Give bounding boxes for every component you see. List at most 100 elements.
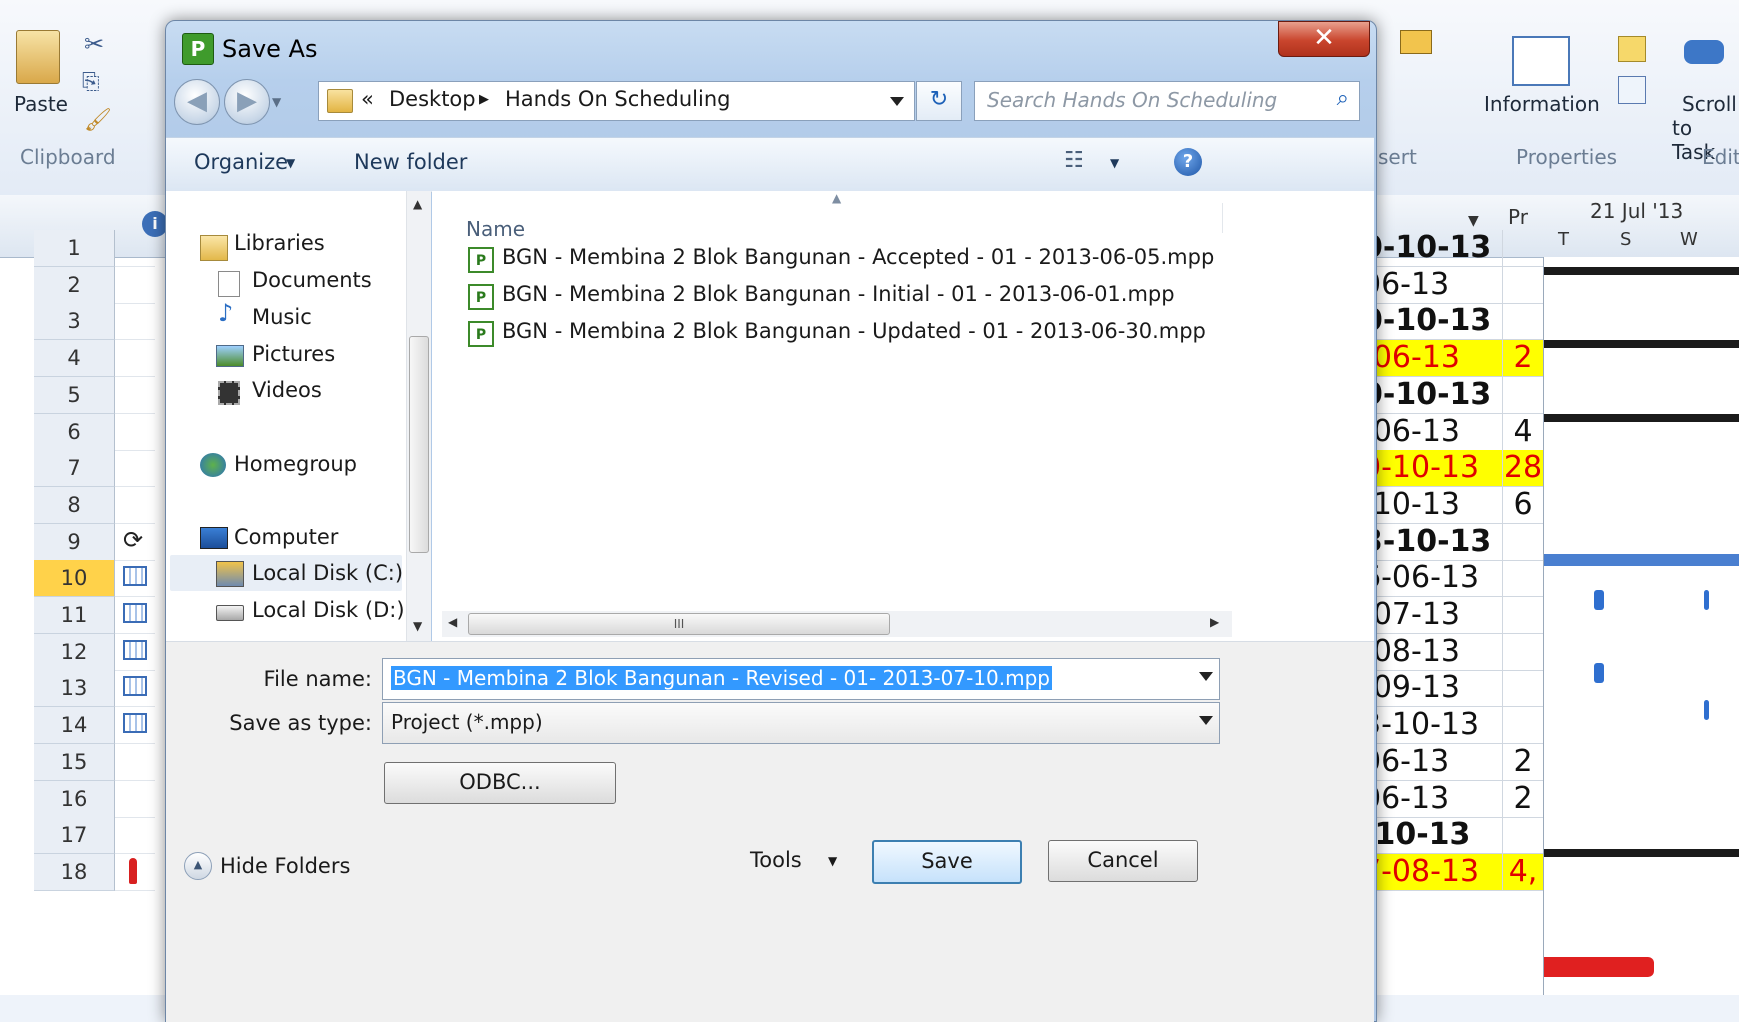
finish-date-cell[interactable]: -06-13 (1362, 414, 1502, 451)
gantt-summary-bar[interactable] (1544, 849, 1739, 857)
address-overflow[interactable]: « (361, 87, 374, 111)
finish-date-cell[interactable]: 0-10-13 (1362, 450, 1502, 488)
row-number[interactable]: 8 (34, 486, 115, 524)
information-button-label[interactable]: Information (1484, 92, 1600, 116)
row-number[interactable]: 12 (34, 633, 115, 671)
gantt-summary-bar[interactable] (1544, 267, 1739, 275)
predecessor-cell[interactable] (1502, 597, 1543, 634)
finish-date-cell[interactable]: 06-13 (1362, 744, 1502, 781)
finish-date-cell[interactable]: -06-13 (1362, 340, 1502, 378)
finish-date-cell[interactable]: -10-13 (1362, 817, 1502, 855)
scroll-down-icon[interactable]: ▼ (413, 619, 422, 633)
row-number[interactable]: 10 (34, 560, 115, 598)
help-icon[interactable]: ? (1174, 148, 1202, 176)
file-item[interactable]: BGN - Membina 2 Blok Bangunan - Initial … (502, 282, 1175, 306)
nav-homegroup[interactable]: Homegroup (234, 452, 357, 476)
nav-computer[interactable]: Computer (234, 525, 338, 549)
new-folder-button[interactable]: New folder (354, 150, 467, 174)
scroll-thumb[interactable] (409, 336, 429, 553)
cancel-button[interactable]: Cancel (1048, 840, 1198, 882)
row-number[interactable]: 1 (34, 230, 115, 267)
details-icon[interactable] (1618, 76, 1646, 104)
predecessor-cell[interactable]: 4, (1502, 853, 1543, 891)
nav-documents[interactable]: Documents (252, 268, 372, 292)
recent-pages-chevron-icon[interactable]: ▼ (272, 95, 281, 109)
refresh-button[interactable]: ↻ (916, 81, 962, 121)
predecessor-cell[interactable]: 6 (1502, 486, 1543, 524)
predecessor-cell[interactable] (1502, 230, 1543, 267)
scroll-label[interactable]: Scroll (1682, 92, 1737, 116)
gantt-critical-bar[interactable] (1544, 957, 1654, 977)
search-input[interactable]: Search Hands On Scheduling ⌕ (974, 81, 1360, 121)
hscroll-thumb[interactable]: III (468, 613, 890, 635)
address-bar[interactable]: « Desktop ▶ Hands On Scheduling (318, 81, 915, 121)
finish-date-cell[interactable]: 06-13 (1362, 267, 1502, 304)
save-as-type-dropdown-icon[interactable] (1199, 716, 1213, 725)
navigation-scrollbar[interactable]: ▲ ▼ (406, 191, 431, 641)
column-divider[interactable] (1222, 203, 1223, 233)
back-button[interactable]: ◀ (174, 79, 220, 125)
predecessor-cell[interactable] (1502, 817, 1543, 855)
organize-dropdown-icon[interactable]: ▼ (286, 156, 295, 170)
tools-dropdown-icon[interactable]: ▼ (828, 854, 837, 868)
finish-date-cell[interactable]: 3-10-13 (1362, 524, 1502, 561)
organize-button[interactable]: Organize (194, 150, 288, 174)
predecessor-cell[interactable] (1502, 303, 1543, 341)
predecessor-cell[interactable]: 2 (1502, 340, 1543, 378)
forward-button[interactable]: ▶ (224, 79, 270, 125)
gantt-milestone[interactable] (1594, 663, 1604, 683)
file-name-dropdown-icon[interactable] (1199, 672, 1213, 681)
scroll-left-icon[interactable]: ◀ (448, 615, 457, 629)
hide-folders-button[interactable]: Hide Folders (220, 854, 350, 878)
paste-icon[interactable] (16, 30, 60, 84)
scroll-up-icon[interactable]: ▲ (413, 197, 422, 211)
hide-folders-icon[interactable]: ▲ (184, 852, 212, 880)
row-number[interactable]: 13 (34, 670, 115, 708)
predecessor-cell[interactable]: 2 (1502, 780, 1543, 818)
nav-pictures[interactable]: Pictures (252, 342, 335, 366)
name-column-header[interactable]: Name (466, 217, 525, 241)
scroll-right-icon[interactable]: ▶ (1210, 615, 1219, 629)
file-name-value[interactable]: BGN - Membina 2 Blok Bangunan - Revised … (391, 666, 1052, 690)
file-item[interactable]: BGN - Membina 2 Blok Bangunan - Updated … (502, 319, 1206, 343)
cut-icon[interactable]: ✂ (84, 30, 104, 58)
predecessor-cell[interactable] (1502, 633, 1543, 671)
predecessor-cell[interactable]: 4 (1502, 413, 1543, 451)
gantt-summary-bar[interactable] (1544, 414, 1739, 422)
finish-date-cell[interactable]: 0-10-13 (1362, 230, 1502, 267)
row-number[interactable]: 17 (34, 817, 115, 855)
row-number[interactable]: 11 (34, 597, 115, 634)
file-name-field[interactable]: BGN - Membina 2 Blok Bangunan - Revised … (382, 658, 1220, 700)
predecessor-cell[interactable]: 28 (1502, 450, 1543, 488)
address-dropdown-icon[interactable] (890, 97, 904, 106)
row-number[interactable]: 9 (34, 523, 115, 561)
finish-date-cell[interactable]: 0-10-13 (1362, 377, 1502, 414)
row-number[interactable]: 6 (34, 413, 115, 451)
task-icon[interactable] (1400, 30, 1432, 54)
odbc-button[interactable]: ODBC... (384, 762, 616, 804)
breadcrumb-separator-icon[interactable]: ▶ (479, 92, 489, 107)
row-number[interactable]: 5 (34, 376, 115, 414)
row-number[interactable]: 14 (34, 707, 115, 745)
close-button[interactable]: ✕ (1278, 21, 1370, 57)
search-icon[interactable]: ⌕ (1337, 86, 1349, 111)
copy-icon[interactable]: ⎘ (82, 70, 100, 95)
finish-date-cell[interactable]: 0-10-13 (1362, 303, 1502, 341)
gantt-summary-bar[interactable] (1544, 340, 1739, 348)
breadcrumb-desktop[interactable]: Desktop (389, 87, 476, 111)
row-number[interactable]: 16 (34, 780, 115, 818)
information-icon[interactable] (1512, 36, 1570, 86)
finish-date-cell[interactable]: 06-13 (1362, 781, 1502, 818)
predecessor-cell[interactable] (1502, 560, 1543, 598)
gantt-milestone[interactable] (1704, 590, 1709, 610)
paste-button-label[interactable]: Paste (14, 92, 68, 116)
pr-column-header[interactable]: Pr (1508, 205, 1528, 229)
gantt-milestone[interactable] (1594, 590, 1604, 610)
gantt-milestone[interactable] (1704, 700, 1709, 720)
scroll-to-task-icon[interactable] (1684, 40, 1724, 64)
finish-date-cell[interactable]: -08-13 (1362, 634, 1502, 671)
predecessor-cell[interactable] (1502, 266, 1543, 304)
finish-date-cell[interactable]: -09-13 (1362, 670, 1502, 708)
finish-date-cell[interactable]: 6-06-13 (1362, 560, 1502, 598)
notes-icon[interactable] (1618, 36, 1646, 62)
